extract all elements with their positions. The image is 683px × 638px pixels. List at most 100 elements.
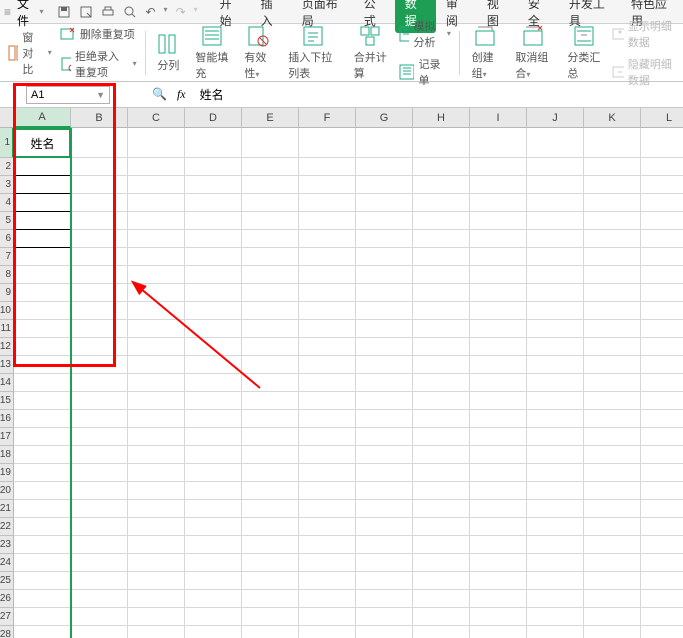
- cell[interactable]: [641, 212, 683, 230]
- cell[interactable]: [470, 410, 527, 428]
- cell[interactable]: [242, 482, 299, 500]
- cell[interactable]: [299, 302, 356, 320]
- row-header[interactable]: 28: [0, 626, 14, 638]
- cell[interactable]: [527, 284, 584, 302]
- cell[interactable]: [14, 302, 71, 320]
- cell[interactable]: [470, 608, 527, 626]
- row-header[interactable]: 20: [0, 482, 14, 500]
- name-box[interactable]: A1 ▼: [26, 86, 110, 104]
- cell[interactable]: [470, 176, 527, 194]
- cell[interactable]: [128, 374, 185, 392]
- cell[interactable]: [470, 500, 527, 518]
- cell[interactable]: [299, 230, 356, 248]
- cell[interactable]: [185, 554, 242, 572]
- cell[interactable]: [299, 158, 356, 176]
- cell[interactable]: [185, 194, 242, 212]
- cell[interactable]: [527, 176, 584, 194]
- column-header[interactable]: B: [71, 108, 128, 128]
- cell[interactable]: [185, 176, 242, 194]
- cell[interactable]: [584, 428, 641, 446]
- cell[interactable]: [413, 518, 470, 536]
- cell[interactable]: [71, 446, 128, 464]
- cell[interactable]: [584, 158, 641, 176]
- cell[interactable]: [356, 536, 413, 554]
- row-header[interactable]: 2: [0, 158, 14, 176]
- cell[interactable]: [584, 176, 641, 194]
- cell[interactable]: [128, 302, 185, 320]
- cell[interactable]: [14, 176, 71, 194]
- row-header[interactable]: 8: [0, 266, 14, 284]
- cell[interactable]: [413, 176, 470, 194]
- zoom-icon[interactable]: 🔍: [152, 87, 167, 102]
- cell[interactable]: [641, 230, 683, 248]
- cell[interactable]: [356, 626, 413, 638]
- cell[interactable]: [641, 464, 683, 482]
- cell[interactable]: [128, 338, 185, 356]
- cell[interactable]: [356, 500, 413, 518]
- column-header[interactable]: G: [356, 108, 413, 128]
- cell[interactable]: [185, 608, 242, 626]
- cell[interactable]: [299, 194, 356, 212]
- cell[interactable]: [470, 428, 527, 446]
- cell[interactable]: [527, 212, 584, 230]
- cell[interactable]: [584, 482, 641, 500]
- cell[interactable]: [641, 608, 683, 626]
- cell[interactable]: [413, 590, 470, 608]
- cell[interactable]: [242, 518, 299, 536]
- cell[interactable]: [470, 572, 527, 590]
- cell[interactable]: [413, 482, 470, 500]
- hamburger-icon[interactable]: ≡: [4, 5, 11, 19]
- cell[interactable]: [641, 500, 683, 518]
- cell[interactable]: [185, 212, 242, 230]
- cell[interactable]: [527, 266, 584, 284]
- cell[interactable]: [185, 572, 242, 590]
- column-header[interactable]: A: [14, 108, 71, 128]
- cell[interactable]: [242, 500, 299, 518]
- cell[interactable]: [185, 518, 242, 536]
- cell[interactable]: [242, 158, 299, 176]
- cell[interactable]: [470, 446, 527, 464]
- cell[interactable]: [14, 536, 71, 554]
- cell[interactable]: [71, 572, 128, 590]
- cell[interactable]: [584, 266, 641, 284]
- cell[interactable]: [527, 482, 584, 500]
- cell[interactable]: [14, 320, 71, 338]
- cell[interactable]: [242, 338, 299, 356]
- cell[interactable]: [584, 590, 641, 608]
- cell[interactable]: [584, 518, 641, 536]
- cell[interactable]: [71, 464, 128, 482]
- cell[interactable]: [71, 410, 128, 428]
- cell[interactable]: [71, 158, 128, 176]
- cell[interactable]: [299, 428, 356, 446]
- cell[interactable]: [128, 482, 185, 500]
- cell[interactable]: [527, 320, 584, 338]
- row-header[interactable]: 22: [0, 518, 14, 536]
- cell[interactable]: [584, 374, 641, 392]
- cell[interactable]: [527, 158, 584, 176]
- cell[interactable]: [470, 536, 527, 554]
- cell[interactable]: [242, 320, 299, 338]
- cell[interactable]: [527, 626, 584, 638]
- row-header[interactable]: 18: [0, 446, 14, 464]
- row-header[interactable]: 1: [0, 128, 14, 158]
- cell[interactable]: [527, 554, 584, 572]
- row-header[interactable]: 11: [0, 320, 14, 338]
- cell[interactable]: [584, 446, 641, 464]
- cell[interactable]: [641, 590, 683, 608]
- cell[interactable]: [71, 302, 128, 320]
- cell[interactable]: [641, 410, 683, 428]
- cell[interactable]: [185, 374, 242, 392]
- row-header[interactable]: 13: [0, 356, 14, 374]
- cell[interactable]: [242, 194, 299, 212]
- row-header[interactable]: 5: [0, 212, 14, 230]
- cell[interactable]: [299, 212, 356, 230]
- cell[interactable]: [413, 536, 470, 554]
- cell[interactable]: [527, 230, 584, 248]
- cell[interactable]: [527, 356, 584, 374]
- cell[interactable]: [641, 572, 683, 590]
- cell[interactable]: [413, 158, 470, 176]
- cell[interactable]: [584, 608, 641, 626]
- cell[interactable]: [356, 176, 413, 194]
- cell[interactable]: [470, 590, 527, 608]
- cell[interactable]: [128, 428, 185, 446]
